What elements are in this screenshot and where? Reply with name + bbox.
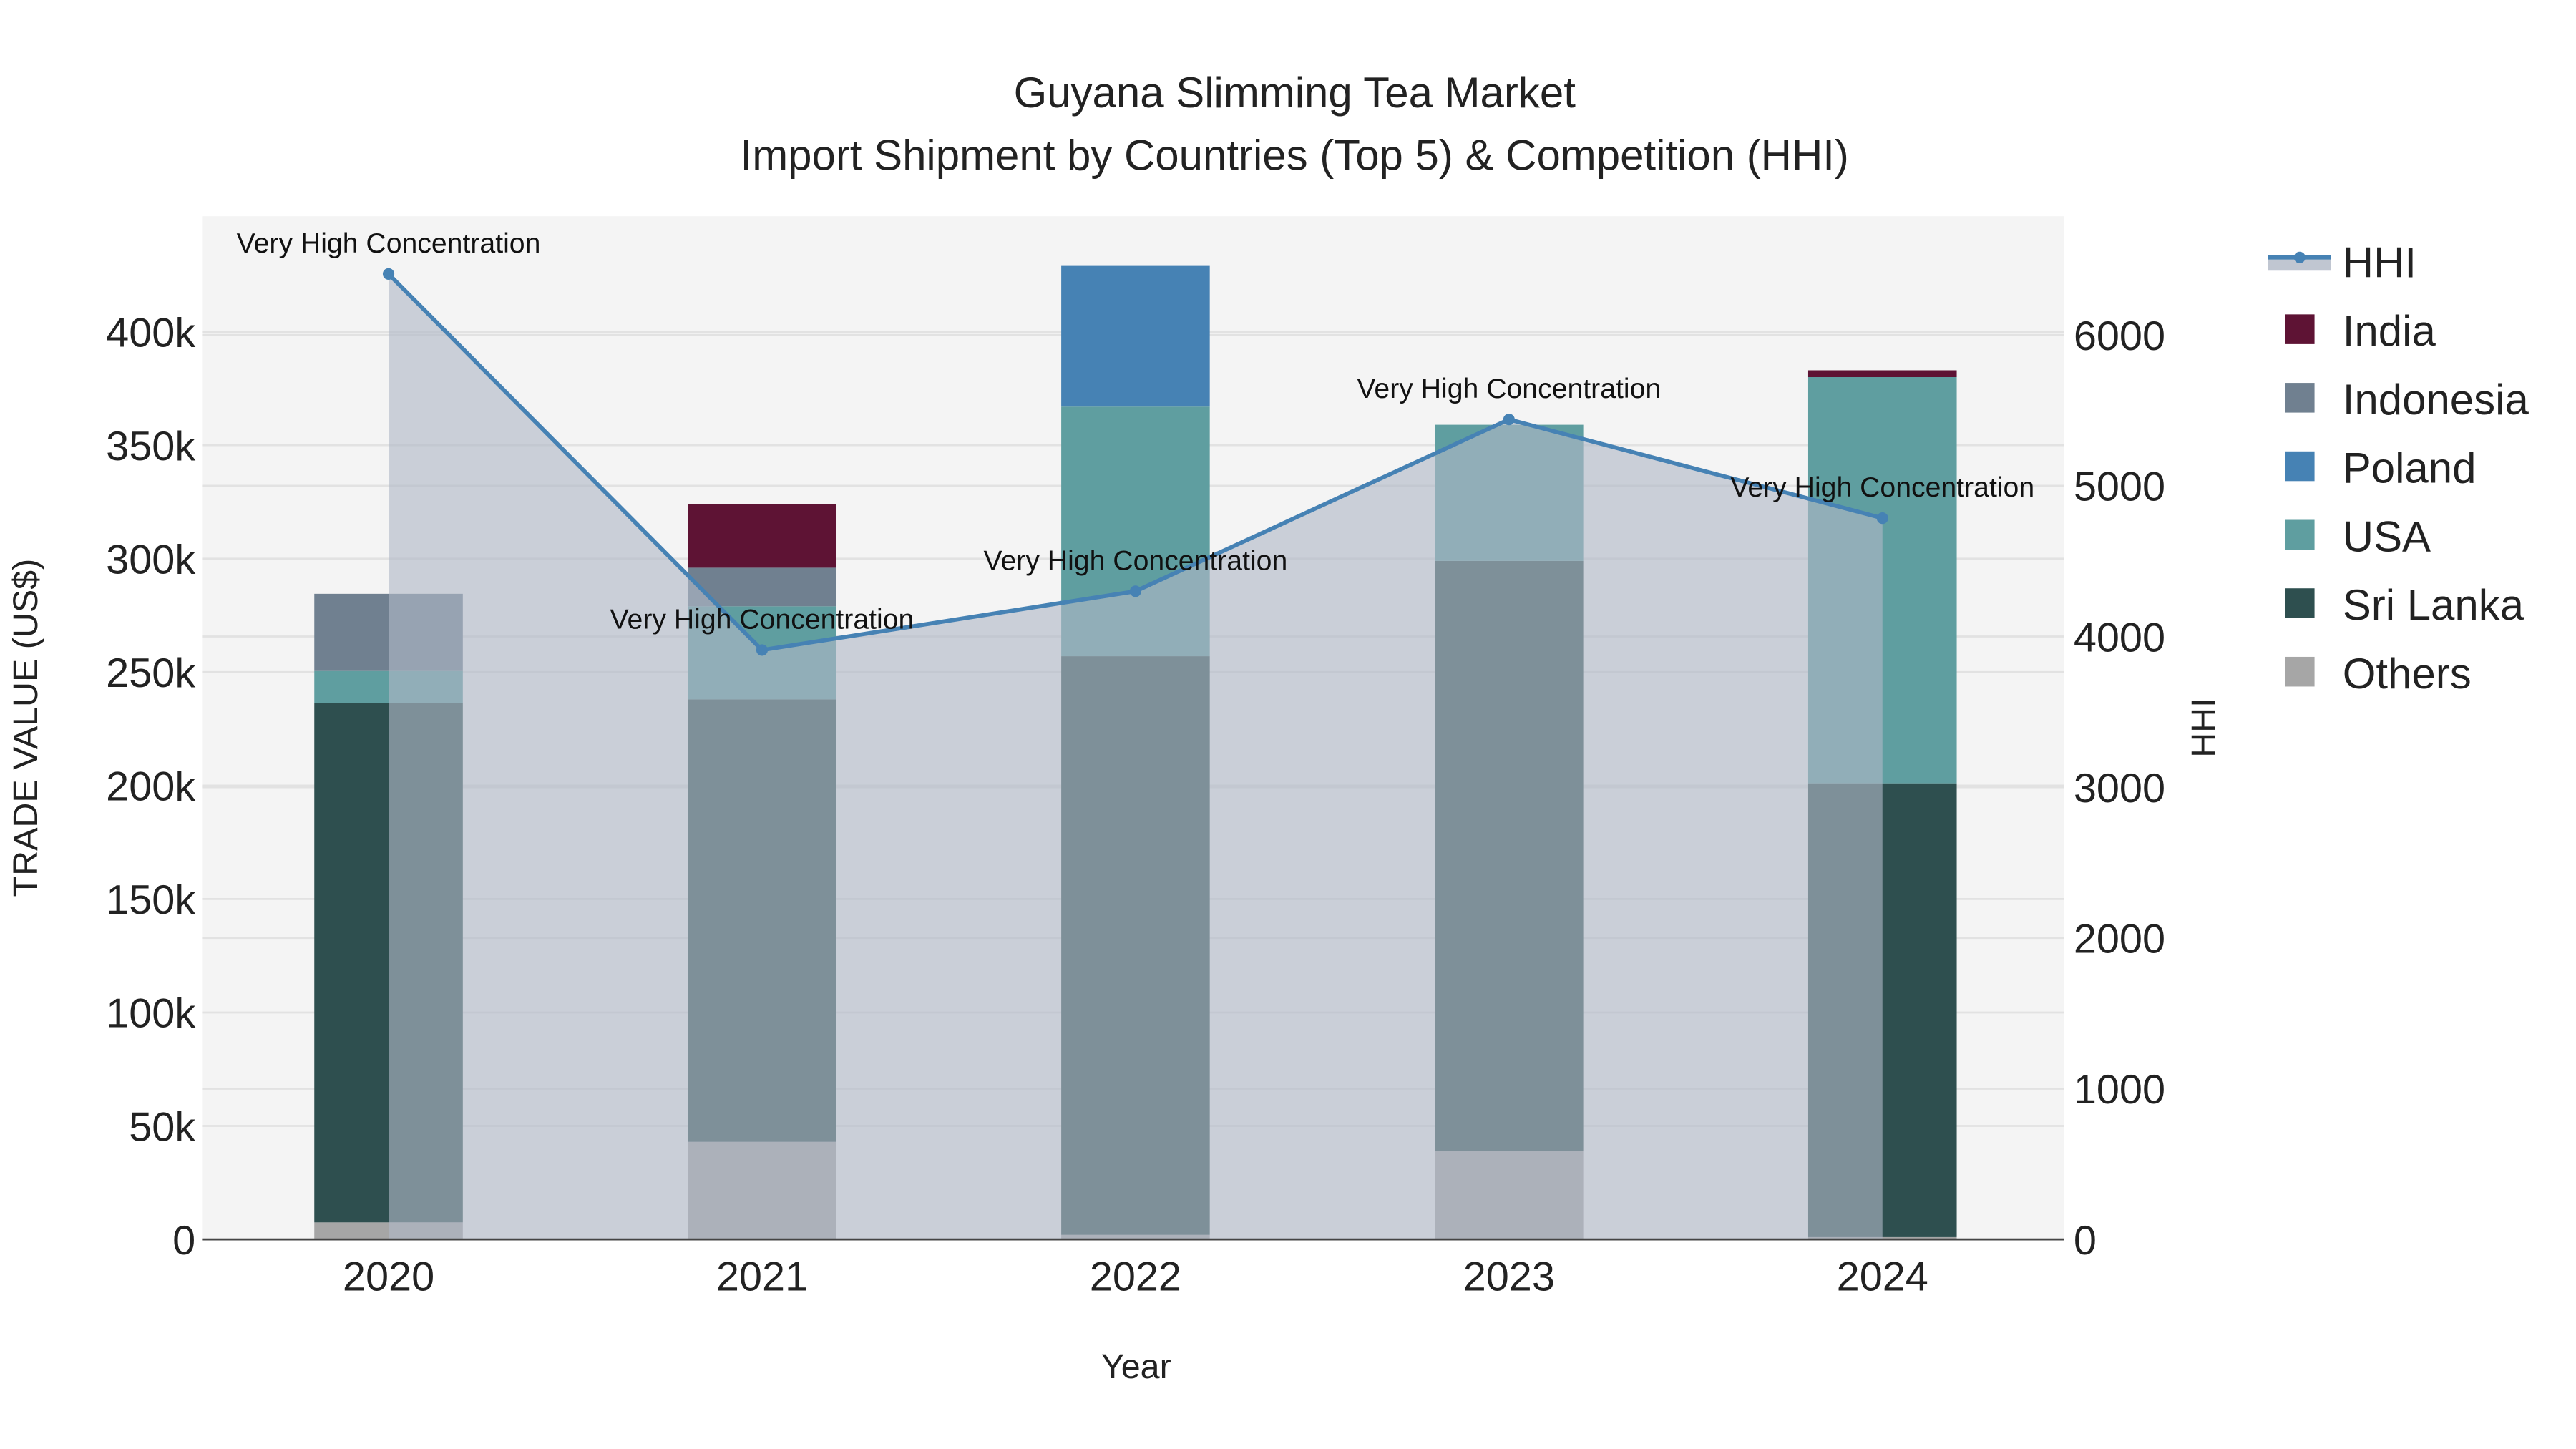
hhi-annotation: Very High Concentration [1357, 374, 1661, 404]
x-tick-label: 2024 [1837, 1254, 1928, 1300]
legend-swatch [2285, 383, 2315, 413]
legend: HHI India Indonesia Poland USA Sri Lanka Other… [2268, 238, 2529, 698]
legend-label: USA [2343, 512, 2431, 560]
hhi-annotation: Very High Concentration [984, 545, 1288, 576]
legend-item-hhi[interactable]: HHI [2268, 238, 2416, 286]
y-tick-label: 350k [106, 424, 195, 469]
legend-label: Poland [2343, 444, 2477, 492]
y2-tick-label: 2000 [2074, 917, 2165, 962]
legend-label: Others [2343, 650, 2472, 698]
y-tick-label: 0 [172, 1218, 195, 1264]
legend-item-usa[interactable]: USA [2285, 512, 2431, 560]
legend-item-india[interactable]: India [2285, 307, 2436, 355]
legend-marker [2293, 251, 2306, 263]
legend-swatch [2285, 451, 2315, 482]
legend-item-poland[interactable]: Poland [2285, 444, 2476, 492]
legend-label: HHI [2343, 238, 2416, 286]
y2-tick-label: 5000 [2074, 464, 2165, 510]
legend-label: Sri Lanka [2343, 581, 2524, 629]
chart-subtitle: Import Shipment by Countries (Top 5) & C… [741, 132, 1849, 180]
y-tick-label: 300k [106, 537, 195, 582]
y2-tick-label: 1000 [2074, 1067, 2165, 1113]
legend-swatch [2285, 314, 2315, 344]
bar-india-2021[interactable] [688, 504, 836, 568]
y-tick-label: 400k [106, 310, 195, 356]
x-tick-label: 2020 [343, 1254, 434, 1300]
x-tick-label: 2021 [716, 1254, 808, 1300]
y-tick-label: 250k [106, 650, 195, 696]
legend-label: Indonesia [2343, 376, 2529, 424]
y2-tick-label: 6000 [2074, 313, 2165, 359]
legend-item-others[interactable]: Others [2285, 650, 2472, 698]
y-tick-label: 150k [106, 877, 195, 923]
chart-title: Guyana Slimming Tea Market [1014, 69, 1576, 117]
chart: 0 50k 100k 150k 200k 250k 300k 350k 400k 0 1000 200… [6, 69, 2529, 1386]
x-axis-label: Year [1101, 1347, 1171, 1386]
hhi-annotation: Very High Concentration [237, 228, 541, 259]
y2-axis-label: HHI [2185, 698, 2223, 757]
legend-item-sri-lanka[interactable]: Sri Lanka [2285, 581, 2524, 629]
hhi-point-2024[interactable] [1876, 512, 1888, 525]
y2-tick-label: 4000 [2074, 615, 2165, 660]
bar-india-2024[interactable] [1807, 370, 1957, 378]
hhi-point-2022[interactable] [1129, 585, 1141, 597]
hhi-point-2021[interactable] [756, 644, 769, 656]
y-tick-label: 100k [106, 991, 195, 1037]
hhi-point-2023[interactable] [1503, 414, 1515, 426]
y-axis-label: TRADE VALUE (US$) [6, 559, 45, 897]
bar-poland-2022[interactable] [1061, 265, 1210, 407]
legend-item-indonesia[interactable]: Indonesia [2285, 376, 2529, 424]
y-tick-label: 50k [129, 1104, 195, 1150]
x-tick-label: 2023 [1463, 1254, 1555, 1300]
legend-swatch [2285, 519, 2315, 550]
y2-tick-label: 3000 [2074, 766, 2165, 811]
legend-label: India [2343, 307, 2436, 355]
hhi-annotation: Very High Concentration [1730, 472, 2034, 503]
hhi-point-2020[interactable] [382, 268, 395, 280]
x-tick-label: 2022 [1090, 1254, 1181, 1300]
y2-tick-label: 0 [2074, 1218, 2097, 1264]
y-tick-label: 200k [106, 764, 195, 810]
legend-swatch [2285, 588, 2315, 618]
legend-swatch [2285, 656, 2315, 687]
hhi-annotation: Very High Concentration [610, 604, 914, 635]
